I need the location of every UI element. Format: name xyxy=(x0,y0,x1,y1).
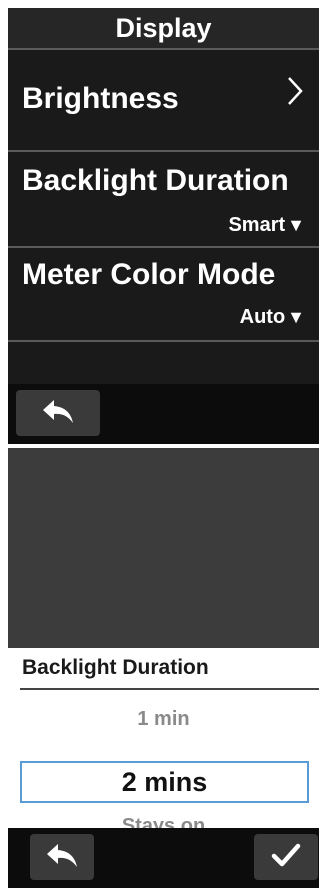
backlight-picker-screen: Backlight Duration 1 min 2 mins Stays on xyxy=(8,448,319,888)
confirm-button[interactable] xyxy=(254,834,318,880)
menu-item-brightness[interactable]: Brightness xyxy=(8,50,319,152)
footer-bar xyxy=(8,384,319,444)
option-2-mins-selected[interactable]: 2 mins xyxy=(20,761,309,803)
menu-item-value: Smart ▼ xyxy=(228,214,305,237)
empty-row xyxy=(8,342,319,384)
footer-bar xyxy=(8,828,319,888)
picker-panel: Backlight Duration 1 min 2 mins Stays on xyxy=(8,648,319,837)
back-arrow-icon xyxy=(44,841,80,874)
triangle-down-icon: ▼ xyxy=(287,307,305,327)
page-title-text: Display xyxy=(115,12,212,43)
page-title: Display xyxy=(8,8,319,50)
menu-item-label: Backlight Duration xyxy=(22,164,289,197)
chevron-right-icon xyxy=(287,76,303,111)
menu-item-label: Brightness xyxy=(22,82,179,115)
triangle-down-icon: ▼ xyxy=(287,215,305,235)
back-arrow-icon xyxy=(40,397,76,430)
divider xyxy=(20,688,319,690)
back-button[interactable] xyxy=(16,390,100,436)
backlight-value-text: Smart xyxy=(228,214,286,236)
display-menu-screen: Display Brightness Backlight Duration Sm… xyxy=(8,8,319,444)
check-icon xyxy=(270,841,302,874)
menu-item-label: Meter Color Mode xyxy=(22,258,276,291)
option-1-min[interactable]: 1 min xyxy=(8,708,319,731)
menu-item-meter-color-mode[interactable]: Meter Color Mode Auto ▼ xyxy=(8,248,319,342)
dimmed-background xyxy=(8,448,319,648)
back-button[interactable] xyxy=(30,834,94,880)
menu-item-backlight-duration[interactable]: Backlight Duration Smart ▼ xyxy=(8,152,319,248)
menu-item-value: Auto ▼ xyxy=(240,306,305,329)
meter-color-value-text: Auto xyxy=(239,306,286,328)
picker-title: Backlight Duration xyxy=(22,656,209,679)
